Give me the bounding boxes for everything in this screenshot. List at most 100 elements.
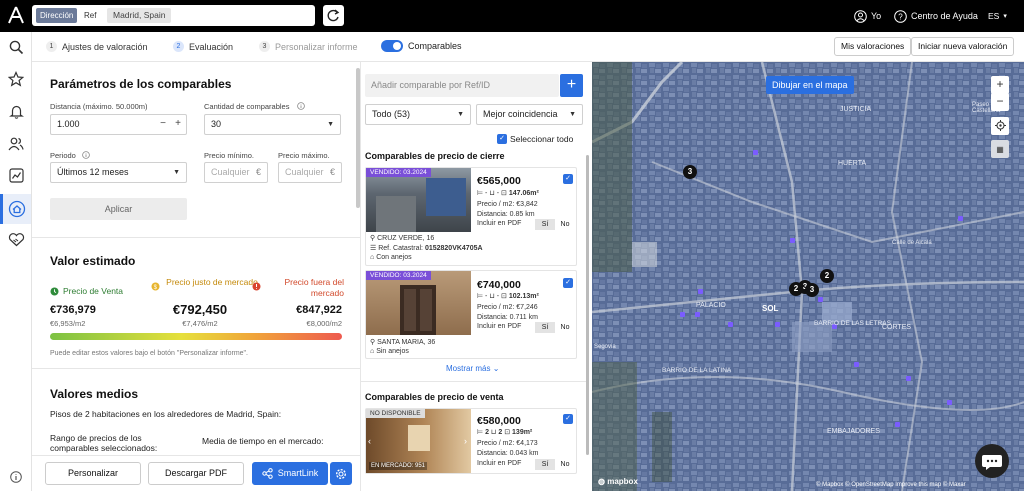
info-icon[interactable] xyxy=(82,151,90,159)
chat-button[interactable] xyxy=(975,444,1009,478)
count-label: Cantidad de comparables xyxy=(204,102,290,111)
caret-down-icon: ▼ xyxy=(173,169,180,176)
map-cluster-pin[interactable]: 2 xyxy=(820,269,834,283)
sort-select[interactable]: Mejor coincidencia ▼ xyxy=(476,104,583,125)
pdf-toggle[interactable]: Sí No xyxy=(535,459,575,470)
area-icon: ⊡ xyxy=(504,429,511,436)
map-marker[interactable] xyxy=(818,297,823,302)
card-checkbox[interactable]: ✓ xyxy=(563,278,573,288)
sidebar-contacts[interactable] xyxy=(5,132,27,154)
sidebar-search[interactable] xyxy=(5,36,27,58)
map-style-button[interactable]: ▦ xyxy=(991,140,1009,158)
map[interactable]: 3 2 2 3 3 SOL JUSTICIA HUERTA CORTES PAL… xyxy=(592,62,1024,491)
period-value: Últimos 12 meses xyxy=(57,167,129,177)
closing-price-title: Comparables de precio de cierre xyxy=(365,151,505,161)
draw-on-map-button[interactable]: Dibujar en el mapa xyxy=(766,76,854,94)
sidebar-alerts[interactable] xyxy=(5,100,27,122)
card-features: ⊨ - ⊔ - ⊡ 102.13m² xyxy=(477,293,539,300)
apply-button[interactable]: Aplicar xyxy=(50,198,187,220)
yes-option[interactable]: Sí xyxy=(535,322,555,333)
property-photo[interactable]: VENDIDO: 03.2024 xyxy=(366,168,471,232)
gear-icon xyxy=(335,468,347,479)
refresh-button[interactable] xyxy=(323,5,344,26)
card-features: ⊨ 2 ⊔ 2 ⊡ 139m² xyxy=(477,428,532,436)
map-marker[interactable] xyxy=(753,150,758,155)
yes-option[interactable]: Sí xyxy=(535,219,555,230)
map-marker[interactable] xyxy=(698,289,703,294)
new-valuation-button[interactable]: Iniciar nueva valoración xyxy=(911,37,1015,56)
property-photo[interactable]: NO DISPONIBLE ‹ › EN MERCADO: 951 xyxy=(366,409,471,473)
locate-button[interactable] xyxy=(991,117,1009,135)
plus-icon[interactable]: + xyxy=(175,114,181,133)
minus-icon[interactable]: − xyxy=(160,114,166,133)
help-label: Centro de Ayuda xyxy=(911,11,978,21)
map-marker[interactable] xyxy=(958,216,963,221)
my-valuations-button[interactable]: Mis valoraciones xyxy=(834,37,912,56)
next-photo-icon[interactable]: › xyxy=(464,436,467,446)
step-2-evaluation[interactable]: 2 Evaluación xyxy=(173,41,233,52)
map-marker[interactable] xyxy=(728,322,733,327)
no-option[interactable]: No xyxy=(555,322,575,333)
no-option[interactable]: No xyxy=(555,459,575,470)
map-marker[interactable] xyxy=(906,376,911,381)
map-marker[interactable] xyxy=(947,400,952,405)
pdf-toggle[interactable]: Sí No xyxy=(535,322,575,333)
add-comparable-input[interactable]: Añadir comparable por Ref/ID xyxy=(365,74,559,97)
add-comparable-button[interactable]: + xyxy=(560,74,583,97)
help-center-link[interactable]: ? Centro de Ayuda xyxy=(894,8,978,24)
count-select[interactable]: 30 ▼ xyxy=(204,114,341,135)
map-attribution[interactable]: © Mapbox © OpenStreetMap Improve this ma… xyxy=(816,482,966,488)
distance-stepper[interactable]: 1.000 − + xyxy=(50,114,187,135)
logo-icon[interactable] xyxy=(8,6,24,24)
search-mode-address[interactable]: Dirección xyxy=(36,8,78,23)
show-more-link[interactable]: Mostrar más ⌄ xyxy=(446,364,499,373)
zoom-in-button[interactable]: + xyxy=(991,76,1009,94)
smartlink-button[interactable]: SmartLink xyxy=(252,462,328,485)
filter-select[interactable]: Todo (53) ▼ xyxy=(365,104,471,125)
property-photo[interactable]: VENDIDO: 03.2024 xyxy=(366,271,471,335)
comparables-toggle[interactable] xyxy=(381,40,403,52)
sidebar-valuation[interactable] xyxy=(0,194,31,224)
sidebar-analytics[interactable] xyxy=(5,164,27,186)
location-pin-icon: ⚲ xyxy=(370,339,376,346)
map-label: EMBAJADORES xyxy=(827,428,880,435)
map-marker[interactable] xyxy=(790,238,795,243)
map-marker[interactable] xyxy=(895,422,900,427)
search-box[interactable]: Dirección Ref Madrid, Spain xyxy=(32,5,315,26)
divider xyxy=(32,368,360,369)
prev-photo-icon[interactable]: ‹ xyxy=(368,436,371,446)
user-menu[interactable]: Yo xyxy=(854,8,881,24)
map-marker[interactable] xyxy=(775,322,780,327)
map-marker[interactable] xyxy=(680,312,685,317)
card-checkbox[interactable]: ✓ xyxy=(563,414,573,424)
customize-button[interactable]: Personalizar xyxy=(45,462,141,485)
map-marker[interactable] xyxy=(854,362,859,367)
period-select[interactable]: Últimos 12 meses ▼ xyxy=(50,162,187,183)
card-checkbox[interactable]: ✓ xyxy=(563,174,573,184)
refresh-icon xyxy=(327,9,340,22)
language-selector[interactable]: ES ▾ xyxy=(988,8,1007,24)
sidebar-info[interactable] xyxy=(5,466,27,488)
comparables-scrollbar[interactable] xyxy=(586,155,589,455)
no-option[interactable]: No xyxy=(555,219,575,230)
map-cluster-pin[interactable]: 3 xyxy=(683,165,697,179)
settings-button[interactable] xyxy=(330,462,352,485)
search-mode-ref[interactable]: Ref xyxy=(82,8,98,23)
min-price-input[interactable]: Cualquier € xyxy=(204,162,268,183)
step-1-settings[interactable]: 1 Ajustes de valoración xyxy=(46,41,148,52)
handshake-icon xyxy=(8,232,24,246)
sidebar-favorites[interactable] xyxy=(5,68,27,90)
pdf-toggle[interactable]: Sí No xyxy=(535,219,575,230)
download-pdf-button[interactable]: Descargar PDF xyxy=(148,462,244,485)
map-cluster-pin[interactable]: 3 xyxy=(805,283,819,297)
chart-icon xyxy=(8,167,24,183)
max-price-input[interactable]: Cualquier € xyxy=(278,162,342,183)
location-chip[interactable]: Madrid, Spain xyxy=(107,8,172,23)
step-3-customize[interactable]: 3 Personalizar informe xyxy=(259,41,358,52)
map-marker[interactable] xyxy=(695,312,700,317)
select-all-checkbox[interactable]: ✓ xyxy=(497,134,507,144)
sidebar-partners[interactable] xyxy=(5,228,27,250)
yes-option[interactable]: Sí xyxy=(535,459,555,470)
info-icon[interactable] xyxy=(297,102,305,110)
zoom-out-button[interactable]: − xyxy=(991,93,1009,111)
